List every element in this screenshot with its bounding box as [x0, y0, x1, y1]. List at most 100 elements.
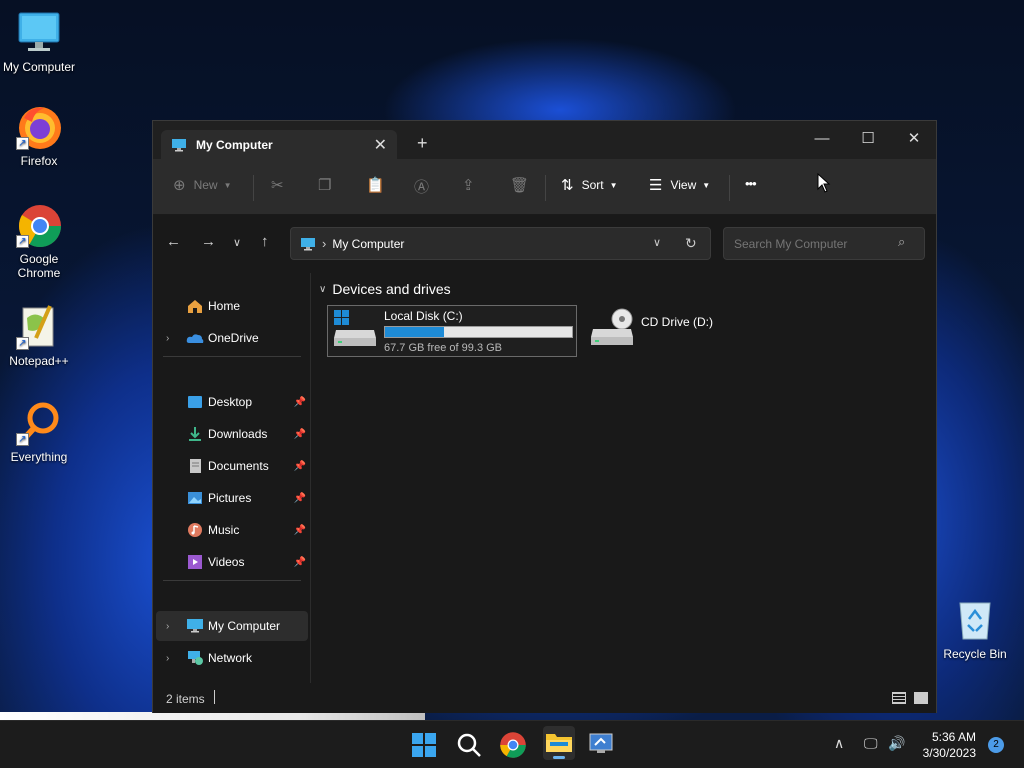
group-header-devices[interactable]: ∨ Devices and drives — [319, 281, 451, 297]
back-button[interactable]: ← — [166, 233, 181, 250]
view-button-label: View — [670, 178, 697, 192]
search-icon: ⌕ — [898, 234, 906, 249]
copy-button[interactable]: ❐ — [318, 176, 339, 194]
delete-button[interactable]: 🗑 — [510, 176, 537, 194]
pin-icon[interactable]: 📌 — [294, 493, 306, 504]
drive-cd-d[interactable]: CD Drive (D:) — [585, 305, 785, 357]
sidebar-item-videos[interactable]: Videos 📌 — [156, 547, 308, 577]
tab-title: My Computer — [196, 138, 273, 152]
desktop-icon-everything[interactable]: ↗ Everything — [0, 400, 78, 464]
pin-icon[interactable]: 📌 — [294, 525, 306, 536]
new-tab-button[interactable]: + — [417, 133, 428, 154]
chevron-up-icon: ∧ — [834, 735, 845, 751]
taskbar-remote-app[interactable] — [587, 731, 615, 759]
chevron-down-icon: ∨ — [233, 237, 242, 249]
rename-button[interactable]: Ⓐ — [414, 176, 437, 197]
sidebar-item-music[interactable]: Music 📌 — [156, 515, 308, 545]
cut-button[interactable]: ✂ — [271, 176, 292, 194]
sidebar-item-pictures[interactable]: Pictures 📌 — [156, 483, 308, 513]
arrow-up-icon: ↑ — [261, 233, 269, 250]
close-window-button[interactable]: ✕ — [891, 125, 937, 153]
desktop-icon-firefox[interactable]: ↗ Firefox — [0, 104, 78, 168]
desktop-icon-google-chrome[interactable]: ↗ Google Chrome — [0, 202, 78, 280]
sidebar-item-downloads[interactable]: Downloads 📌 — [156, 419, 308, 449]
item-count: 2 items — [166, 692, 205, 706]
status-bar: 2 items — [153, 683, 936, 713]
desktop-icon-notepadpp[interactable]: ↗ Notepad++ — [0, 304, 78, 368]
up-button[interactable]: ↑ — [261, 233, 269, 250]
pin-icon[interactable]: 📌 — [294, 397, 306, 408]
arrow-right-icon: → — [201, 233, 216, 250]
chevron-down-icon: ∨ — [319, 283, 327, 295]
taskbar-clock[interactable]: 5:36 AM 3/30/2023 — [923, 729, 976, 761]
new-button[interactable]: ⊕ New ▼ — [173, 176, 232, 194]
sidebar-item-label: Downloads — [208, 427, 268, 441]
chevron-down-icon: ∨ — [653, 237, 662, 249]
firefox-icon: ↗ — [16, 104, 62, 150]
rename-icon: Ⓐ — [414, 179, 430, 196]
notification-badge[interactable]: 2 — [988, 737, 1004, 753]
tab-my-computer[interactable]: My Computer ✕ — [161, 130, 397, 160]
windows-logo-icon — [412, 733, 436, 757]
chrome-icon: ↗ — [16, 202, 62, 248]
sidebar-item-label: Desktop — [208, 395, 253, 409]
shortcut-arrow-icon: ↗ — [16, 433, 29, 446]
active-indicator — [553, 756, 565, 759]
desktop-icon-label: Google Chrome — [17, 252, 61, 280]
taskbar-chrome[interactable] — [499, 731, 527, 759]
taskbar-file-explorer[interactable] — [543, 726, 575, 760]
paste-button[interactable]: 📋 — [366, 176, 393, 194]
forward-button[interactable]: → — [201, 233, 216, 250]
details-view-button[interactable] — [892, 692, 906, 704]
sidebar-item-network[interactable]: › Network — [156, 643, 308, 673]
drive-name: CD Drive (D:) — [641, 315, 713, 329]
search-input[interactable] — [723, 227, 925, 260]
drive-local-disk-c[interactable]: Local Disk (C:) 67.7 GB free of 99.3 GB — [327, 305, 577, 357]
drive-usage-bar — [384, 326, 573, 338]
sidebar-item-desktop[interactable]: Desktop 📌 — [156, 387, 308, 417]
pin-icon[interactable]: 📌 — [294, 429, 306, 440]
sidebar-item-home[interactable]: Home — [156, 291, 308, 321]
breadcrumb-separator-icon: › — [322, 236, 327, 251]
maximize-button[interactable]: ☐ — [845, 125, 891, 153]
scissors-icon: ✂ — [271, 177, 284, 194]
taskbar-search-button[interactable] — [455, 731, 483, 759]
desktop-icon-recycle-bin[interactable]: Recycle Bin — [936, 597, 1014, 661]
toolbar-divider — [253, 175, 254, 201]
cloud-icon — [186, 334, 204, 343]
sort-button[interactable]: ⇅ Sort ▼ — [561, 176, 618, 194]
taskbar: ∧ 🖵 🔊 5:36 AM 3/30/2023 2 — [0, 720, 1024, 768]
show-hidden-icons-button[interactable]: ∧ — [834, 735, 844, 752]
sidebar-item-onedrive[interactable]: › OneDrive — [156, 323, 308, 353]
pin-icon[interactable]: 📌 — [294, 461, 306, 472]
copy-icon: ❐ — [318, 177, 332, 194]
address-dropdown-button[interactable]: ∨ — [653, 236, 661, 249]
videos-icon — [188, 555, 202, 569]
pin-icon[interactable]: 📌 — [294, 557, 306, 568]
sidebar-item-my-computer[interactable]: › My Computer — [156, 611, 308, 641]
sort-arrows-icon: ⇅ — [561, 177, 574, 194]
recent-locations-button[interactable]: ∨ — [233, 236, 241, 249]
refresh-button[interactable]: ↻ — [685, 235, 697, 252]
search-icon — [457, 733, 481, 757]
address-bar[interactable]: › My Computer ∨ ↻ — [290, 227, 711, 260]
tab-close-button[interactable]: ✕ — [374, 135, 387, 155]
start-button[interactable] — [410, 731, 438, 759]
sidebar-item-label: Network — [208, 651, 253, 665]
toolbar-divider — [545, 175, 546, 201]
title-bar[interactable]: My Computer ✕ + — ☐ ✕ — [153, 121, 937, 160]
sidebar-item-documents[interactable]: Documents 📌 — [156, 451, 308, 481]
sidebar-item-label: My Computer — [208, 619, 281, 633]
refresh-icon: ↻ — [685, 235, 697, 251]
share-button[interactable]: ⇪ — [462, 176, 483, 194]
volume-icon[interactable]: 🔊 — [888, 735, 905, 752]
sort-button-label: Sort — [581, 178, 604, 192]
breadcrumb-my-computer[interactable]: My Computer — [332, 237, 404, 251]
large-icons-view-button[interactable] — [914, 692, 928, 704]
more-options-button[interactable]: ••• — [745, 176, 757, 191]
minimize-button[interactable]: — — [799, 125, 845, 153]
network-status-icon[interactable]: 🖵 — [864, 735, 878, 752]
arrow-left-icon: ← — [166, 233, 181, 250]
desktop-icon-my-computer[interactable]: My Computer — [0, 10, 78, 74]
view-button[interactable]: ☰ View ▼ — [649, 176, 710, 194]
